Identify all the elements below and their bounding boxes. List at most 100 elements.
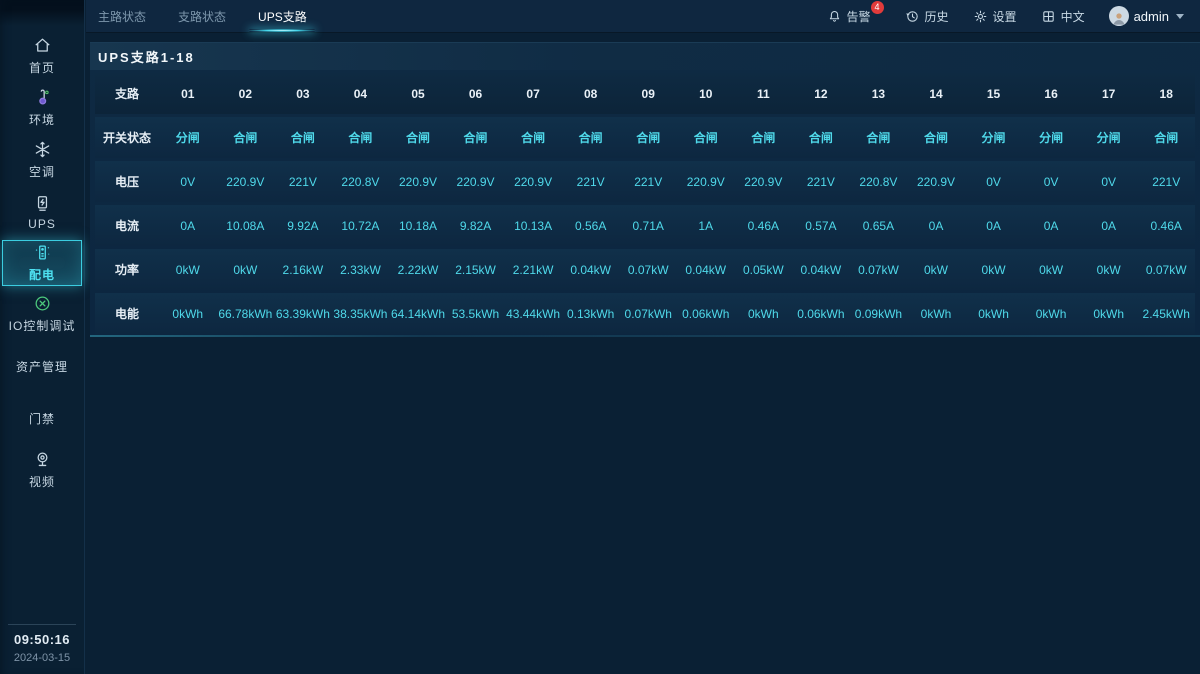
- table-cell: 10.08A: [217, 219, 275, 233]
- header-actions: 告警 4 历史 设置 中文: [827, 6, 1200, 26]
- table-cell: 220.8V: [850, 175, 908, 189]
- table-cell: 0.46A: [735, 219, 793, 233]
- history-label: 历史: [925, 8, 949, 25]
- table-cell: 0A: [907, 219, 965, 233]
- sidebar-item-label: 门禁: [29, 410, 55, 427]
- chevron-down-icon: [1176, 14, 1184, 19]
- table-cell: 合闸: [792, 129, 850, 146]
- tab-branch-circuit[interactable]: 支路状态: [176, 0, 228, 32]
- snowflake-icon: [33, 140, 52, 159]
- user-menu[interactable]: admin: [1109, 6, 1184, 26]
- table-cell: 220.9V: [217, 175, 275, 189]
- table-cell: 合闸: [274, 129, 332, 146]
- sidebar-items: 首页环境空调 UPS 配电IO控制调试资产管理门禁视频: [0, 30, 84, 496]
- table-cell: 38.35kWh: [332, 307, 390, 321]
- table-cell: 0A: [965, 219, 1023, 233]
- language-icon: [1041, 9, 1056, 24]
- ups-branch-panel: UPS支路1-18 支路0102030405060708091011121314…: [90, 42, 1200, 337]
- settings-label: 设置: [993, 8, 1017, 25]
- language-label: 中文: [1061, 8, 1085, 25]
- table-cell: 220.9V: [389, 175, 447, 189]
- table-cell: 220.9V: [907, 175, 965, 189]
- column-header: 12: [792, 87, 850, 101]
- sidebar-item-home[interactable]: 首页: [0, 30, 84, 82]
- table-cell: 220.9V: [447, 175, 505, 189]
- table-cell: 0kW: [907, 263, 965, 277]
- column-header: 11: [735, 87, 793, 101]
- table-cell: 10.13A: [504, 219, 562, 233]
- table-cell: 0V: [1022, 175, 1080, 189]
- sidebar-item-label: 视频: [29, 473, 55, 490]
- column-header: 07: [504, 87, 562, 101]
- table-cell: 0.13kWh: [562, 307, 620, 321]
- row-label: 电流: [95, 217, 159, 234]
- table-cell: 0V: [159, 175, 217, 189]
- sidebar-item-label: UPS: [28, 217, 56, 231]
- sidebar-item-asset[interactable]: 资产管理: [0, 340, 84, 392]
- sidebar-item-io[interactable]: IO控制调试: [0, 288, 84, 340]
- table-cell: 2.21kW: [504, 263, 562, 277]
- sidebar-item-env[interactable]: 环境: [0, 82, 84, 134]
- ups-branch-table: 支路010203040506070809101112131415161718开关…: [90, 70, 1200, 334]
- camera-icon: [33, 450, 52, 469]
- ups-icon: [33, 194, 52, 213]
- table-cell: 221V: [619, 175, 677, 189]
- table-cell: 合闸: [217, 129, 275, 146]
- table-cell: 0.57A: [792, 219, 850, 233]
- io-debug-icon: [33, 294, 52, 313]
- table-cell: 0.05kW: [735, 263, 793, 277]
- table-cell: 0kWh: [1080, 307, 1138, 321]
- row-label: 电能: [95, 305, 159, 322]
- history-button[interactable]: 历史: [905, 8, 949, 25]
- language-button[interactable]: 中文: [1041, 8, 1085, 25]
- table-cell: 0.04kW: [792, 263, 850, 277]
- corner-label: 支路: [95, 85, 159, 102]
- sidebar-item-label: 首页: [29, 59, 55, 76]
- table-cell: 0A: [159, 219, 217, 233]
- table-cell: 0.06kWh: [792, 307, 850, 321]
- table-cell: 2.45kWh: [1137, 307, 1195, 321]
- sidebar-item-ac[interactable]: 空调: [0, 134, 84, 186]
- sidebar-item-power[interactable]: 配电: [2, 240, 82, 286]
- table-cell: 0kW: [217, 263, 275, 277]
- user-name: admin: [1134, 9, 1169, 24]
- table-cell: 66.78kWh: [217, 307, 275, 321]
- table-cell: 220.9V: [504, 175, 562, 189]
- power-cabinet-icon: [33, 243, 52, 262]
- tab-main-circuit[interactable]: 主路状态: [96, 0, 148, 32]
- sidebar-item-door[interactable]: 门禁: [0, 392, 84, 444]
- table-cell: 合闸: [850, 129, 908, 146]
- table-cell: 0kW: [965, 263, 1023, 277]
- column-header: 03: [274, 87, 332, 101]
- column-header: 13: [850, 87, 908, 101]
- table-cell: 2.15kW: [447, 263, 505, 277]
- table-cell: 0A: [1022, 219, 1080, 233]
- row-label: 电压: [95, 173, 159, 190]
- alarm-badge: 4: [871, 1, 884, 14]
- table-cell: 220.9V: [735, 175, 793, 189]
- sidebar-item-ups[interactable]: UPS: [0, 186, 84, 238]
- table-row-current: 电流0A10.08A9.92A10.72A10.18A9.82A10.13A0.…: [95, 205, 1195, 246]
- table-cell: 221V: [792, 175, 850, 189]
- table-cell: 2.22kW: [389, 263, 447, 277]
- table-cell: 0kW: [159, 263, 217, 277]
- table-cell: 221V: [562, 175, 620, 189]
- alarm-button[interactable]: 告警 4: [827, 8, 881, 25]
- tab-ups-branch[interactable]: UPS支路: [256, 0, 309, 32]
- table-cell: 63.39kWh: [274, 307, 332, 321]
- sidebar-item-video[interactable]: 视频: [0, 444, 84, 496]
- panel-title: UPS支路1-18: [90, 43, 1200, 70]
- table-header-row: 支路010203040506070809101112131415161718: [95, 73, 1195, 114]
- table-cell: 分闸: [159, 129, 217, 146]
- table-cell: 0A: [1080, 219, 1138, 233]
- table-cell: 9.92A: [274, 219, 332, 233]
- clock-divider: [8, 624, 76, 625]
- table-cell: 0V: [1080, 175, 1138, 189]
- settings-button[interactable]: 设置: [973, 8, 1017, 25]
- clock-time: 09:50:16: [0, 632, 84, 647]
- table-cell: 43.44kWh: [504, 307, 562, 321]
- table-cell: 0kWh: [159, 307, 217, 321]
- table-cell: 0kW: [1022, 263, 1080, 277]
- table-cell: 1A: [677, 219, 735, 233]
- sidebar-item-label: 资产管理: [16, 358, 68, 375]
